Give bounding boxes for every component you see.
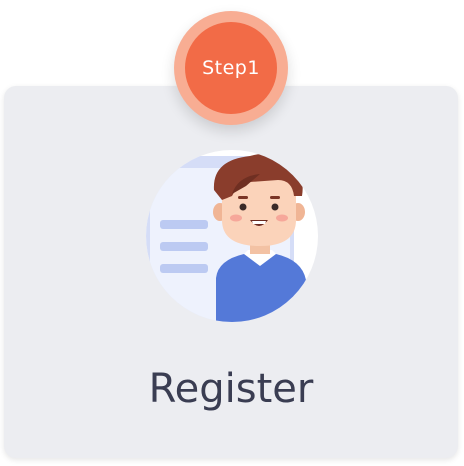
- user-avatar-icon: [146, 150, 318, 322]
- doc-line-3: [160, 264, 208, 273]
- step-badge: Step1: [174, 11, 288, 125]
- step-label: Step1: [202, 57, 260, 79]
- doc-line-2: [160, 242, 208, 251]
- doc-line-1: [160, 220, 208, 229]
- step-badge-inner: Step1: [185, 22, 277, 114]
- card-title: Register: [148, 366, 314, 412]
